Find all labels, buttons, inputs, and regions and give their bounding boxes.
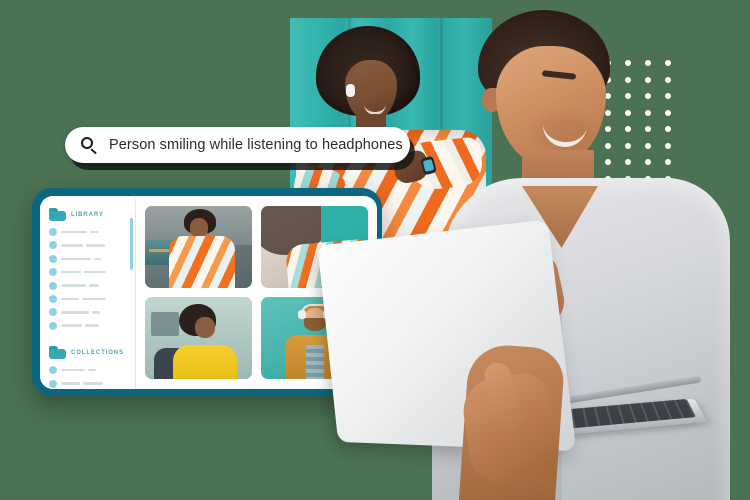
- bullet-icon: [49, 281, 57, 290]
- sidebar-section-gap: [49, 335, 128, 346]
- scene: LIBRARY COLLECTIONS Person smiling while …: [0, 0, 750, 500]
- placeholder-bar: [61, 368, 85, 372]
- placeholder-bar: [89, 284, 99, 287]
- bullet-icon: [49, 241, 57, 250]
- placeholder-bars: [61, 311, 100, 314]
- foreground-person: [317, 10, 730, 500]
- bullet-icon: [49, 321, 57, 330]
- result-thumbnail-man-orange-shirt-street[interactable]: [145, 206, 252, 288]
- sidebar-list-item[interactable]: [49, 366, 128, 375]
- sidebar-section-collections[interactable]: COLLECTIONS: [49, 346, 128, 360]
- placeholder-bar: [61, 230, 87, 234]
- placeholder-bars: [61, 230, 99, 234]
- placeholder-bar: [88, 368, 96, 372]
- placeholder-bar: [94, 257, 101, 261]
- placeholder-bar: [82, 297, 106, 301]
- sidebar-list-item[interactable]: [49, 321, 128, 330]
- bullet-icon: [49, 379, 57, 388]
- folder-icon: [49, 208, 66, 221]
- sidebar[interactable]: LIBRARY COLLECTIONS: [40, 196, 136, 389]
- placeholder-bars: [61, 324, 99, 327]
- placeholder-bars: [61, 270, 106, 274]
- sidebar-list-item[interactable]: [49, 379, 128, 388]
- placeholder-bar: [61, 257, 91, 261]
- placeholder-bar: [92, 311, 100, 314]
- placeholder-bar: [61, 297, 79, 301]
- placeholder-bar: [83, 382, 103, 385]
- placeholder-bar: [90, 230, 99, 234]
- sidebar-list-item[interactable]: [49, 308, 128, 317]
- search-input[interactable]: Person smiling while listening to headph…: [109, 137, 403, 153]
- placeholder-bars: [61, 257, 101, 261]
- bullet-icon: [49, 228, 57, 236]
- bullet-icon: [49, 366, 57, 375]
- sidebar-section-label: COLLECTIONS: [71, 349, 124, 356]
- bullet-icon: [49, 294, 57, 303]
- bullet-icon: [49, 268, 57, 277]
- sidebar-scrollbar-thumb[interactable]: [129, 218, 133, 270]
- folder-icon: [49, 346, 66, 360]
- sidebar-list-item[interactable]: [49, 228, 128, 236]
- sidebar-list-item[interactable]: [49, 294, 128, 303]
- bullet-icon: [49, 254, 57, 263]
- placeholder-bar: [61, 324, 82, 327]
- sidebar-list-item[interactable]: [49, 281, 128, 290]
- placeholder-bar: [85, 324, 99, 327]
- sidebar-section-library[interactable]: LIBRARY: [49, 208, 128, 221]
- placeholder-bar: [86, 244, 105, 247]
- placeholder-bar: [61, 270, 81, 274]
- earbud-icon: [346, 84, 355, 97]
- placeholder-bars: [61, 284, 99, 287]
- placeholder-bar: [61, 284, 86, 287]
- search-icon: [81, 136, 98, 155]
- placeholder-bars: [61, 297, 106, 301]
- sidebar-section-label: LIBRARY: [71, 211, 104, 218]
- sidebar-list-item[interactable]: [49, 254, 128, 263]
- search-bar[interactable]: Person smiling while listening to headph…: [65, 127, 410, 163]
- placeholder-bars: [61, 382, 103, 385]
- placeholder-bar: [61, 244, 83, 247]
- result-thumbnail-woman-yellow-top-backpack[interactable]: [145, 297, 252, 379]
- placeholder-bars: [61, 368, 96, 372]
- sidebar-list-item[interactable]: [49, 268, 128, 277]
- placeholder-bar: [84, 270, 106, 274]
- placeholder-bar: [61, 311, 89, 314]
- bullet-icon: [49, 308, 57, 317]
- placeholder-bars: [61, 244, 105, 247]
- sidebar-list-item[interactable]: [49, 241, 128, 250]
- placeholder-bar: [61, 382, 80, 385]
